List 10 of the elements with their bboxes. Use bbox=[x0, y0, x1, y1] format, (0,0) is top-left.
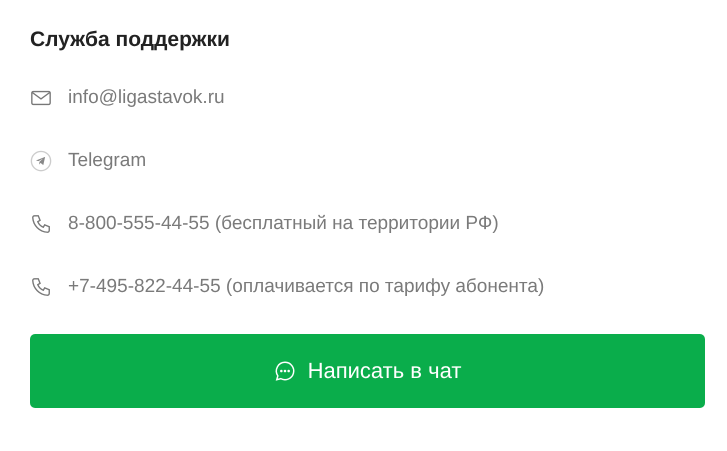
chat-button[interactable]: Написать в чат bbox=[30, 334, 705, 408]
phone-icon bbox=[30, 276, 52, 298]
phone-link[interactable]: 8-800-555-44-55 (бесплатный на территории РФ) bbox=[68, 213, 499, 235]
paper-plane-icon bbox=[30, 150, 52, 172]
phone-link[interactable]: +7-495-822-44-55 (оплачивается по тарифу абонента) bbox=[68, 276, 544, 298]
phone-icon bbox=[30, 213, 52, 235]
telegram-link[interactable]: Telegram bbox=[68, 150, 146, 172]
section-title: Служба поддержки bbox=[30, 27, 231, 53]
chat-bubble-icon bbox=[274, 360, 296, 382]
email-link[interactable]: info@ligastavok.ru bbox=[68, 87, 225, 109]
